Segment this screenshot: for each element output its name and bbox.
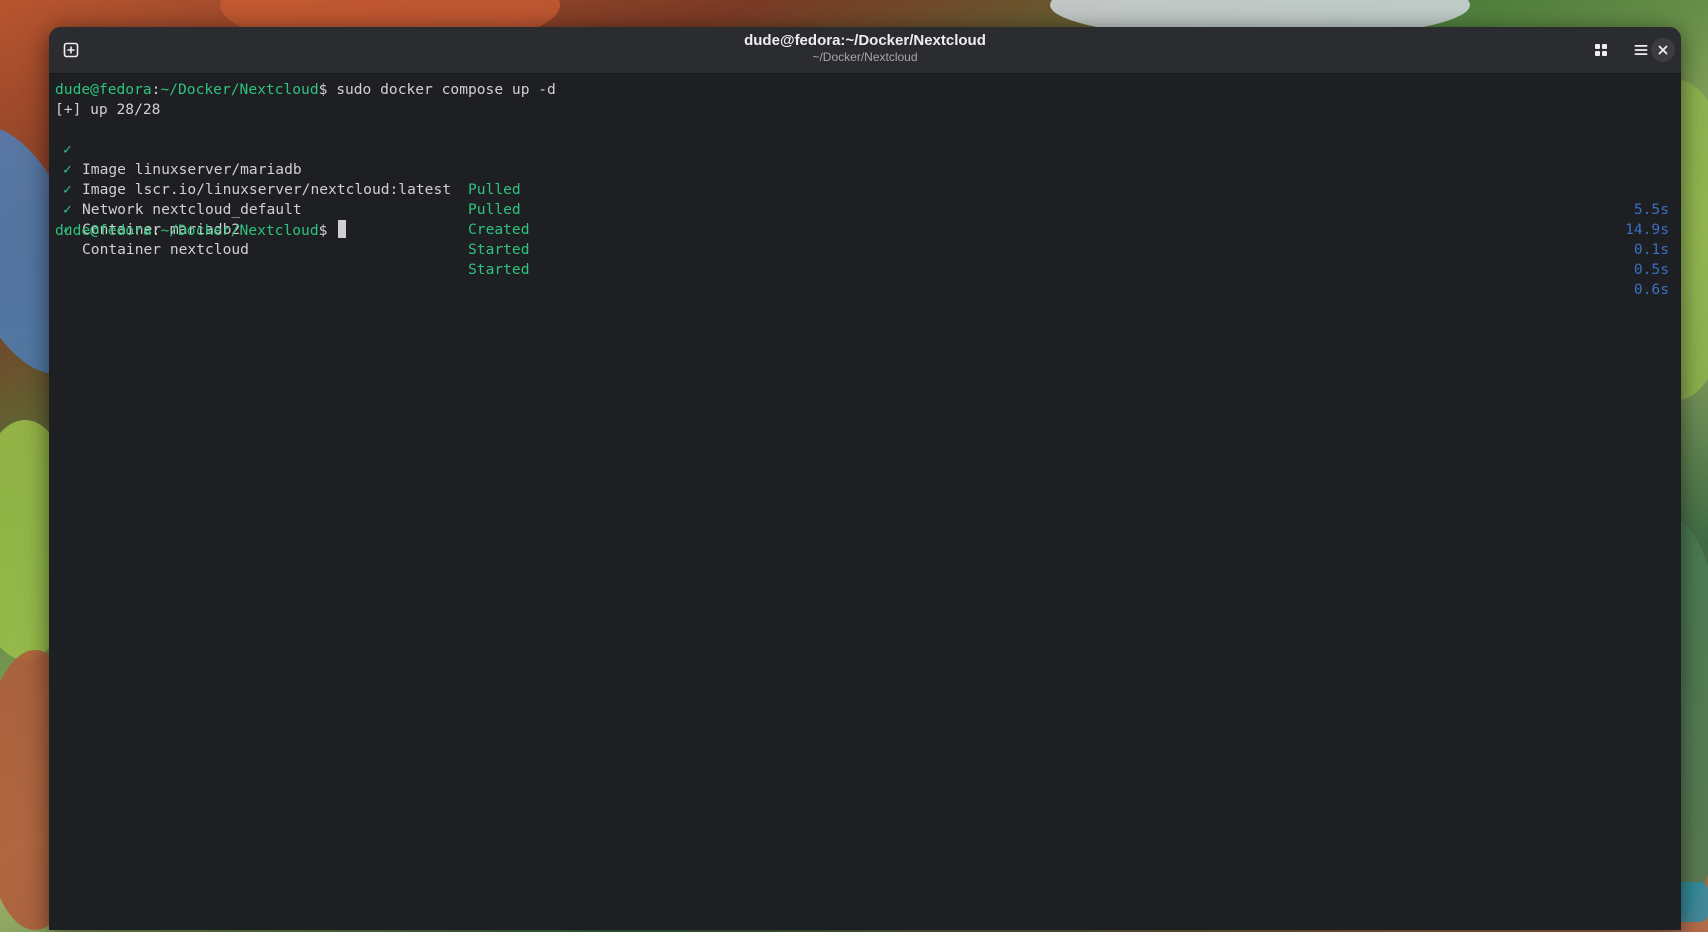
window-subtitle: ~/Docker/Nextcloud <box>812 50 918 64</box>
hamburger-icon <box>1634 45 1648 55</box>
resource-line: ✓ Container mariadb2 Started 0.5s <box>55 180 1675 278</box>
resource-name: Container nextcloud <box>82 241 249 258</box>
terminal-window: dude@fedora:~/Docker/Nextcloud ~/Docker/… <box>49 27 1681 930</box>
close-icon <box>1658 45 1668 55</box>
window-title: dude@fedora:~/Docker/Nextcloud <box>744 32 986 49</box>
prompt-user-host: dude@fedora <box>55 81 152 98</box>
resource-duration: 0.5s <box>1633 261 1669 278</box>
close-window-button[interactable] <box>1651 38 1675 62</box>
header-bar[interactable]: dude@fedora:~/Docker/Nextcloud ~/Docker/… <box>49 27 1681 74</box>
resource-status: Started <box>468 241 530 258</box>
terminal-output[interactable]: dude@fedora:~/Docker/Nextcloud$ sudo doc… <box>49 74 1681 930</box>
command-line: dude@fedora:~/Docker/Nextcloud$ sudo doc… <box>55 80 1675 100</box>
summary-line: [+] up 28/28 <box>55 101 161 118</box>
prompt-path: ~/Docker/Nextcloud <box>160 222 319 239</box>
final-prompt-line[interactable]: dude@fedora:~/Docker/Nextcloud$ <box>55 220 1675 240</box>
resource-status: Started <box>468 261 530 278</box>
resource-duration: 0.6s <box>1633 281 1669 298</box>
resource-line: ✓ Image lscr.io/linuxserver/nextcloud:la… <box>55 140 1675 238</box>
resource-line: ✓ Container nextcloud Started 0.6s <box>55 200 1675 298</box>
new-tab-icon <box>63 42 79 58</box>
prompt-user-host: dude@fedora <box>55 222 152 239</box>
command-text: sudo docker compose up -d <box>327 81 556 98</box>
prompt-path: ~/Docker/Nextcloud <box>160 81 319 98</box>
tab-overview-button[interactable] <box>1587 36 1615 64</box>
resource-line: ✓ Image linuxserver/mariadb Pulled 5.5s <box>55 120 1675 218</box>
text-cursor <box>338 220 347 238</box>
new-tab-button[interactable] <box>57 36 85 64</box>
resource-duration: 0.1s <box>1633 241 1669 258</box>
prompt-dollar: $ <box>318 222 337 239</box>
window-title-block: dude@fedora:~/Docker/Nextcloud ~/Docker/… <box>49 32 1681 65</box>
resource-line: ✓ Network nextcloud_default Created 0.1s <box>55 160 1675 258</box>
grid-icon <box>1595 44 1607 56</box>
